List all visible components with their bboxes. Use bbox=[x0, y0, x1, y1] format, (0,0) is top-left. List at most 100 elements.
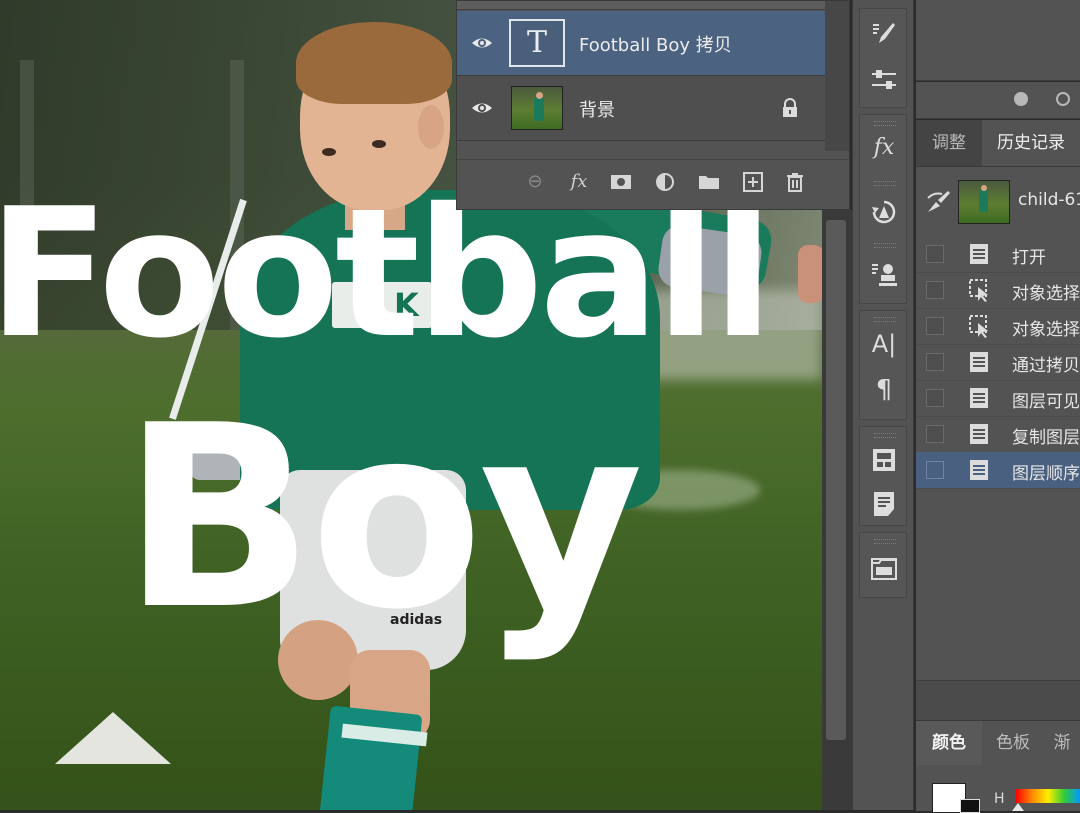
layer-name[interactable]: 背景 bbox=[579, 96, 615, 122]
layers-panel: T Football Boy 拷贝 背景 ⊖ fx bbox=[456, 0, 850, 210]
history-snapshot[interactable]: child-61 bbox=[916, 174, 1080, 230]
boy-hair bbox=[296, 22, 452, 104]
history-step-label: 图层可见 bbox=[1012, 392, 1080, 412]
history-panel: 调整 历史记录 child-61 打开 对象选择 对象选择 通过拷贝 图层可见 bbox=[916, 120, 1080, 720]
history-footer bbox=[916, 680, 1080, 721]
document-icon bbox=[970, 388, 988, 408]
notes-icon[interactable] bbox=[869, 489, 899, 519]
adjust-sliders-icon[interactable] bbox=[869, 65, 899, 95]
paragraph-icon[interactable]: ¶ bbox=[869, 375, 899, 405]
history-step[interactable]: 图层可见 bbox=[916, 380, 1080, 417]
boy-eye bbox=[322, 148, 336, 156]
history-step-label: 图层顺序 bbox=[1012, 464, 1080, 484]
tool-group: A| ¶ bbox=[859, 310, 907, 420]
history-step-current[interactable]: 图层顺序 bbox=[916, 452, 1080, 489]
character-icon[interactable]: A| bbox=[869, 329, 899, 359]
folder-icon[interactable] bbox=[697, 170, 721, 194]
history-step-label: 对象选择 bbox=[1012, 284, 1080, 304]
background-color-swatch[interactable] bbox=[960, 799, 980, 813]
grip bbox=[874, 539, 896, 544]
tab-adjustments[interactable]: 调整 bbox=[916, 120, 982, 166]
tab-gradients[interactable]: 渐 bbox=[1044, 721, 1080, 765]
text-layer-boy[interactable]: Boy bbox=[122, 372, 643, 665]
snapshot-name[interactable]: child-61 bbox=[1018, 190, 1080, 210]
tab-history[interactable]: 历史记录 bbox=[982, 120, 1080, 166]
layer-row-football-boy-copy[interactable]: T Football Boy 拷贝 bbox=[457, 11, 825, 76]
boy-hand bbox=[798, 245, 822, 303]
dot-empty-icon[interactable] bbox=[1056, 92, 1070, 106]
document-icon bbox=[970, 244, 988, 264]
history-checkbox[interactable] bbox=[926, 317, 944, 335]
history-checkbox[interactable] bbox=[926, 425, 944, 443]
trash-icon[interactable] bbox=[783, 170, 807, 194]
fx-icon[interactable]: fx bbox=[567, 170, 591, 194]
layers-toolbar: ⊖ fx bbox=[457, 159, 849, 204]
fx-styles-icon[interactable]: fx bbox=[869, 133, 899, 163]
visibility-eye-icon[interactable] bbox=[471, 98, 493, 118]
layers-scrollbar[interactable] bbox=[825, 1, 849, 151]
adjustment-icon[interactable] bbox=[653, 170, 677, 194]
document-icon bbox=[970, 352, 988, 372]
history-step[interactable]: 打开 bbox=[916, 236, 1080, 273]
history-brush-source-icon[interactable] bbox=[924, 188, 952, 216]
object-select-icon bbox=[969, 279, 988, 302]
history-checkbox[interactable] bbox=[926, 245, 944, 263]
history-checkbox[interactable] bbox=[926, 461, 944, 479]
grip bbox=[874, 121, 896, 126]
scrollbar-thumb[interactable] bbox=[826, 220, 846, 740]
history-step-label: 打开 bbox=[1012, 248, 1046, 268]
history-step[interactable]: 通过拷贝 bbox=[916, 344, 1080, 381]
dot-filled-icon[interactable] bbox=[1014, 92, 1028, 106]
fx-label: fx bbox=[570, 171, 588, 192]
tool-group bbox=[859, 426, 907, 526]
history-step-label: 通过拷贝 bbox=[1012, 356, 1080, 376]
history-step-label: 对象选择 bbox=[1012, 320, 1080, 340]
mask-icon[interactable] bbox=[609, 170, 633, 194]
artboard-icon[interactable] bbox=[869, 553, 899, 583]
history-checkbox[interactable] bbox=[926, 281, 944, 299]
tool-group bbox=[859, 8, 907, 108]
new-layer-icon[interactable] bbox=[741, 170, 765, 194]
grip bbox=[874, 243, 896, 248]
lock-icon bbox=[783, 98, 797, 117]
document-icon bbox=[970, 460, 988, 480]
image-layer-thumbnail[interactable] bbox=[511, 86, 563, 130]
document-icon bbox=[970, 424, 988, 444]
glyphs-icon[interactable] bbox=[869, 445, 899, 475]
tab-color[interactable]: 颜色 bbox=[916, 721, 982, 765]
tab-swatches[interactable]: 色板 bbox=[982, 721, 1044, 765]
layer-row-background[interactable]: 背景 bbox=[457, 76, 825, 141]
paragraph-label: ¶ bbox=[875, 375, 893, 405]
history-checkbox[interactable] bbox=[926, 389, 944, 407]
layer-name[interactable]: Football Boy 拷贝 bbox=[579, 31, 732, 57]
grip bbox=[874, 317, 896, 322]
boy-eye bbox=[372, 140, 386, 148]
panel-dots-bar bbox=[916, 82, 1080, 119]
hue-slider[interactable] bbox=[1016, 789, 1080, 803]
history-step[interactable]: 对象选择 bbox=[916, 308, 1080, 345]
snapshot-thumbnail[interactable] bbox=[958, 180, 1010, 224]
history-step-label: 复制图层 bbox=[1012, 428, 1080, 448]
grip bbox=[874, 181, 896, 186]
panel-icon-strip: fx A| ¶ bbox=[852, 0, 914, 810]
history-step[interactable]: 对象选择 bbox=[916, 272, 1080, 309]
object-select-icon bbox=[969, 315, 988, 338]
fx-styles-label: fx bbox=[873, 135, 895, 160]
brush-settings-icon[interactable] bbox=[869, 19, 899, 49]
clone-source-icon[interactable] bbox=[869, 259, 899, 289]
training-cone bbox=[55, 712, 171, 764]
hue-label: H bbox=[994, 791, 1005, 807]
boy-sock bbox=[319, 705, 423, 810]
tool-group: fx bbox=[859, 114, 907, 304]
history-brush-icon[interactable] bbox=[869, 197, 899, 227]
text-layer-thumbnail[interactable]: T bbox=[509, 19, 565, 67]
canvas-scrollbar[interactable] bbox=[822, 210, 852, 810]
history-checkbox[interactable] bbox=[926, 353, 944, 371]
visibility-eye-icon[interactable] bbox=[471, 33, 493, 53]
boy-ear bbox=[418, 105, 444, 149]
history-step[interactable]: 复制图层 bbox=[916, 416, 1080, 453]
link-icon[interactable]: ⊖ bbox=[523, 170, 547, 194]
character-label: A| bbox=[871, 330, 897, 358]
history-tabs: 调整 历史记录 bbox=[916, 120, 1080, 167]
panel-top-strip bbox=[457, 1, 825, 10]
